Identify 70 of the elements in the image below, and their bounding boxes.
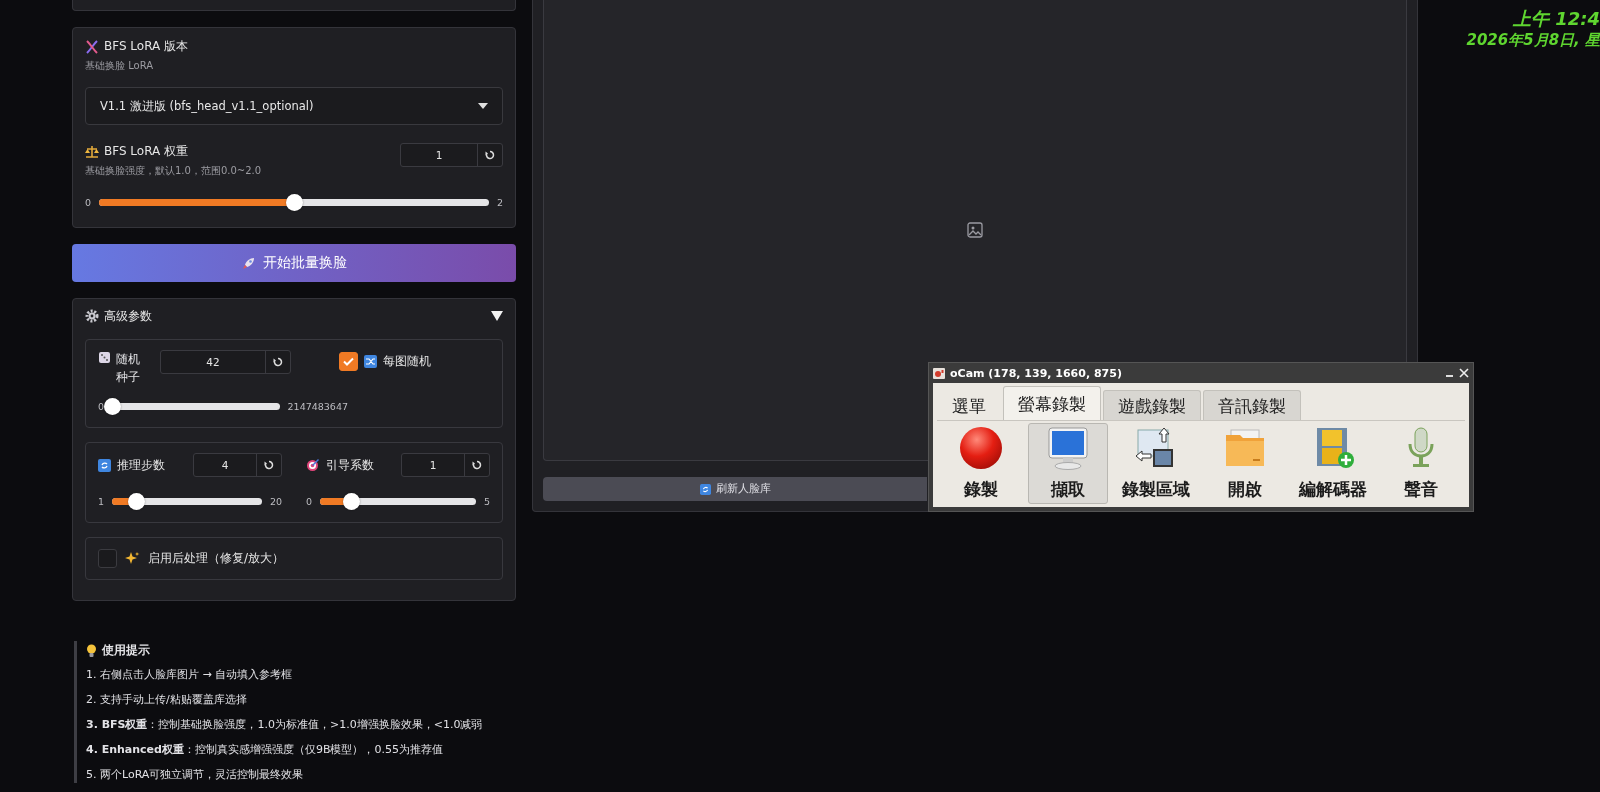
refresh-icon	[699, 483, 711, 495]
field-label: 推理步数	[117, 456, 165, 474]
close-icon[interactable]	[1459, 368, 1469, 378]
version-dropdown[interactable]: V1.1 激进版 (bfs_head_v1.1_optional)	[85, 87, 503, 125]
hint-text: 基础换脸强度，默认1.0，范围0.0~2.0	[85, 164, 262, 178]
slider-thumb[interactable]	[104, 398, 122, 415]
tab[interactable]: 遊戲錄製	[1103, 390, 1201, 420]
field-label: BFS LoRA 权重	[104, 143, 189, 160]
rocket-icon	[241, 255, 256, 271]
triangle-icon	[491, 311, 503, 321]
toolbar-button[interactable]: 錄製	[940, 423, 1021, 504]
window-title: oCam (178, 139, 1660, 875)	[950, 366, 1122, 380]
accordion-header[interactable]: 高级参数	[85, 307, 503, 325]
tip-text: 4. Enhanced权重：控制真实感增强强度（仅9B模型），0.55为推荐值	[86, 742, 444, 758]
field-label: 随机种子	[116, 351, 141, 386]
refresh-button[interactable]: 刷新人脸库	[543, 477, 927, 501]
app-icon	[933, 367, 945, 379]
checkbox-label: 启用后处理（修复/放大）	[148, 550, 285, 567]
slider-min-label: 0	[85, 197, 92, 208]
gear-icon	[85, 309, 99, 323]
field-label: 引导系数	[326, 456, 374, 474]
clock-date: 2026年5月8日, 星	[1466, 30, 1600, 50]
reset-icon[interactable]	[273, 357, 283, 367]
target-icon	[306, 458, 320, 472]
slider-min-label: 0	[98, 401, 105, 412]
checkbox[interactable]	[98, 549, 117, 568]
dice-icon	[98, 350, 112, 364]
toolbar-button[interactable]: 編解碼器	[1291, 423, 1374, 504]
reset-icon[interactable]	[472, 460, 482, 470]
slider-thumb[interactable]	[128, 493, 145, 510]
tip-text: 2. 支持手动上传/粘贴覆盖库选择	[86, 692, 248, 708]
slider-thumb[interactable]	[343, 493, 361, 510]
checkmark-icon	[343, 357, 354, 366]
tips-title: 使用提示	[102, 643, 150, 658]
monitor-icon	[1046, 426, 1090, 470]
slider-max-label: 2147483647	[287, 401, 348, 412]
toolbar-button[interactable]: 錄製區域	[1115, 423, 1198, 504]
toolbar-button[interactable]: 擷取	[1028, 423, 1108, 504]
image-icon	[967, 222, 983, 239]
slider-min-label: 0	[306, 496, 313, 507]
menu-button[interactable]: 選單	[937, 390, 1001, 420]
checkbox-label: 每图随机	[383, 353, 431, 370]
start-button[interactable]: 开始批量换脸	[72, 244, 516, 282]
shuffle-icon	[364, 355, 377, 368]
tip-text: 1. 右侧点击人脸库图片 → 自动填入参考框	[86, 667, 294, 683]
toolbar-button[interactable]: 聲音	[1381, 423, 1462, 504]
slider-min-label: 1	[98, 496, 105, 507]
slider-max-label: 2	[496, 197, 503, 208]
slider-max-label: 20	[269, 496, 282, 507]
tip-text: 3. BFS权重：控制基础换脸强度，1.0为标准值，>1.0增强换脸效果，<1.0减弱	[86, 717, 484, 733]
refresh-icon	[98, 458, 111, 472]
scale-icon	[85, 144, 99, 159]
reset-icon[interactable]	[485, 150, 495, 160]
slider-max-label: 5	[483, 496, 490, 507]
slider-thumb[interactable]	[286, 194, 303, 211]
tab[interactable]: 螢幕錄製	[1003, 386, 1101, 420]
hint-text: 基础换脸 LoRA	[85, 59, 155, 73]
section-title: 高级参数	[104, 307, 152, 325]
toolbar-button[interactable]: 開啟	[1204, 423, 1285, 504]
sparkle-icon	[125, 551, 140, 566]
reset-icon[interactable]	[264, 460, 274, 470]
checkbox[interactable]	[339, 352, 358, 371]
record-icon	[958, 426, 1003, 470]
clock-time: 上午 12:4	[1512, 8, 1600, 30]
tip-text: 5. 两个LoRA可独立调节，灵活控制最终效果	[86, 767, 305, 783]
caret-icon	[478, 103, 488, 109]
dropdown-value: V1.1 激进版 (bfs_head_v1.1_optional)	[100, 98, 314, 114]
tab[interactable]: 音訊錄製	[1203, 390, 1301, 420]
lightbulb-icon	[86, 643, 97, 658]
section-title: BFS LoRA 版本	[104, 38, 189, 55]
